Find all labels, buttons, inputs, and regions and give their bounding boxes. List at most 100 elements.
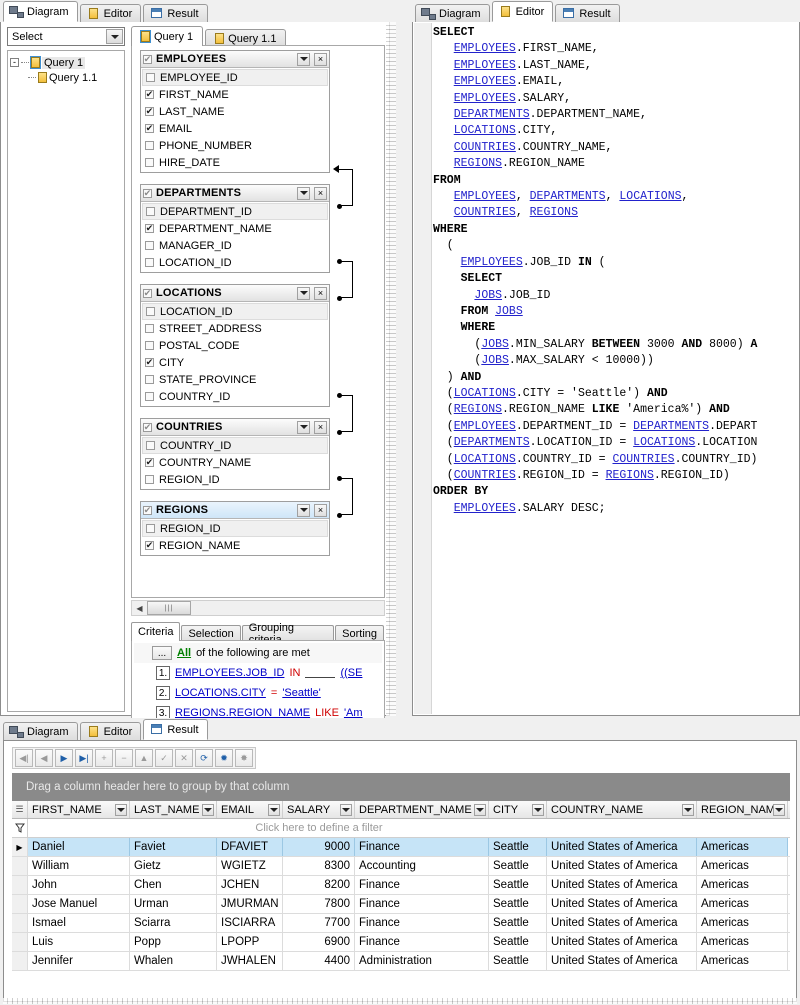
field-row[interactable]: REGION_ID	[142, 471, 328, 488]
sql-table-link[interactable]: COUNTRIES	[454, 141, 516, 154]
criteria-value[interactable]: 'Seattle'	[282, 687, 320, 699]
sql-table-link[interactable]: EMPLOYEES	[454, 420, 516, 433]
cell-first_name[interactable]: Jose Manuel	[28, 895, 130, 913]
criteria-options-button[interactable]: ...	[152, 646, 172, 660]
criteria-operator[interactable]: =	[271, 687, 277, 699]
sql-table-link[interactable]: COUNTRIES	[454, 206, 516, 219]
cell-country_name[interactable]: United States of America	[547, 876, 697, 894]
result-pane-tabstrip[interactable]: DiagramEditorResult	[0, 718, 800, 740]
cell-region_name[interactable]: Americas	[697, 857, 788, 875]
field-checkbox[interactable]	[145, 258, 154, 267]
field-checkbox[interactable]	[145, 458, 154, 467]
cell-email[interactable]: JCHEN	[217, 876, 283, 894]
table-row[interactable]: LuisPoppLPOPP6900FinanceSeattleUnited St…	[12, 933, 790, 952]
cell-country_name[interactable]: United States of America	[547, 914, 697, 932]
field-checkbox[interactable]	[145, 392, 154, 401]
diagram-table-locations[interactable]: LOCATIONS×LOCATION_IDSTREET_ADDRESSPOSTA…	[140, 284, 330, 407]
field-row[interactable]: CITY	[142, 354, 328, 371]
grid-header-row[interactable]: ☰ FIRST_NAMELAST_NAMEEMAILSALARYDEPARTME…	[12, 801, 790, 819]
sql-code-text[interactable]: SELECT EMPLOYEES.FIRST_NAME, EMPLOYEES.L…	[433, 25, 795, 713]
cell-city[interactable]: Seattle	[489, 895, 547, 913]
tree-item-query-1-1[interactable]: Query 1.1	[10, 70, 122, 85]
result-tab-editor[interactable]: Editor	[80, 722, 142, 741]
field-checkbox[interactable]	[145, 358, 154, 367]
sql-table-link[interactable]: JOBS	[474, 289, 502, 302]
field-row[interactable]: REGION_NAME	[142, 537, 328, 554]
sql-table-link[interactable]: REGIONS	[530, 206, 578, 219]
column-header-first_name[interactable]: FIRST_NAME	[28, 801, 130, 818]
result-tab-result[interactable]: Result	[143, 719, 207, 740]
cell-region_name[interactable]: Americas	[697, 933, 788, 951]
field-checkbox[interactable]	[145, 375, 154, 384]
post-edit-button[interactable]: ✓	[155, 749, 173, 767]
cell-department_name[interactable]: Finance	[355, 876, 489, 894]
cell-salary[interactable]: 8300	[283, 857, 355, 875]
field-row[interactable]: COUNTRY_NAME	[142, 454, 328, 471]
cell-country_name[interactable]: United States of America	[547, 857, 697, 875]
field-checkbox[interactable]	[146, 207, 155, 216]
cell-region_name[interactable]: Americas	[697, 952, 788, 970]
table-close-button[interactable]: ×	[314, 287, 327, 300]
cell-salary[interactable]: 7700	[283, 914, 355, 932]
query-tree[interactable]: -Query 1Query 1.1	[7, 50, 125, 712]
field-row[interactable]: DEPARTMENT_NAME	[142, 220, 328, 237]
table-menu-button[interactable]	[297, 504, 310, 517]
table-close-button[interactable]: ×	[314, 53, 327, 66]
tab-result[interactable]: Result	[143, 4, 207, 23]
column-header-city[interactable]: CITY	[489, 801, 547, 818]
sql-table-link[interactable]: EMPLOYEES	[454, 42, 516, 55]
cell-salary[interactable]: 6900	[283, 933, 355, 951]
editor-tab-diagram[interactable]: Diagram	[415, 4, 490, 23]
cell-salary[interactable]: 9000	[283, 838, 355, 856]
field-checkbox[interactable]	[146, 73, 155, 82]
sql-table-link[interactable]: LOCATIONS	[454, 453, 516, 466]
sql-table-link[interactable]: LOCATIONS	[619, 190, 681, 203]
field-checkbox[interactable]	[145, 224, 154, 233]
field-row[interactable]: FIRST_NAME	[142, 86, 328, 103]
chevron-down-icon[interactable]	[106, 29, 123, 44]
diagram-canvas[interactable]: EMPLOYEES×EMPLOYEE_IDFIRST_NAMELAST_NAME…	[131, 45, 385, 598]
cell-country_name[interactable]: United States of America	[547, 933, 697, 951]
column-filter-button[interactable]	[532, 804, 544, 816]
sql-table-link[interactable]: DEPARTMENTS	[454, 436, 530, 449]
column-header-region_name[interactable]: REGION_NAME	[697, 801, 788, 818]
diagram-table-countries[interactable]: COUNTRIES×COUNTRY_IDCOUNTRY_NAMEREGION_I…	[140, 418, 330, 490]
cell-last_name[interactable]: Whalen	[130, 952, 217, 970]
tab-editor[interactable]: Editor	[80, 4, 142, 23]
column-filter-button[interactable]	[202, 804, 214, 816]
cell-email[interactable]: LPOPP	[217, 933, 283, 951]
field-checkbox[interactable]	[145, 90, 154, 99]
record-navigator-toolbar[interactable]: ◀|◀▶▶|+−▲✓✕⟳✹✸	[12, 747, 256, 769]
sql-table-link[interactable]: DEPARTMENTS	[454, 108, 530, 121]
table-row[interactable]: IsmaelSciarraISCIARRA7700FinanceSeattleU…	[12, 914, 790, 933]
cell-city[interactable]: Seattle	[489, 952, 547, 970]
field-checkbox[interactable]	[145, 141, 154, 150]
cell-last_name[interactable]: Urman	[130, 895, 217, 913]
field-row[interactable]: STREET_ADDRESS	[142, 320, 328, 337]
column-filter-button[interactable]	[682, 804, 694, 816]
sql-table-link[interactable]: JOBS	[481, 354, 509, 367]
result-tab-diagram[interactable]: Diagram	[3, 722, 78, 741]
query-tabstrip[interactable]: Query 1Query 1.1	[131, 25, 385, 46]
column-filter-button[interactable]	[340, 804, 352, 816]
cell-region_name[interactable]: Americas	[697, 838, 788, 856]
cell-first_name[interactable]: Ismael	[28, 914, 130, 932]
tab-diagram[interactable]: Diagram	[3, 1, 78, 22]
table-checkbox[interactable]	[143, 506, 152, 515]
editor-pane-tabstrip[interactable]: DiagramEditorResult	[412, 0, 800, 22]
sql-table-link[interactable]: EMPLOYEES	[454, 502, 516, 515]
cell-last_name[interactable]: Faviet	[130, 838, 217, 856]
table-menu-button[interactable]	[297, 53, 310, 66]
query-select-dropdown[interactable]: Select	[7, 27, 125, 46]
sql-table-link[interactable]: REGIONS	[606, 469, 654, 482]
table-row[interactable]: WilliamGietzWGIETZ8300AccountingSeattleU…	[12, 857, 790, 876]
field-checkbox[interactable]	[145, 124, 154, 133]
table-menu-button[interactable]	[297, 421, 310, 434]
sql-table-link[interactable]: EMPLOYEES	[454, 59, 516, 72]
cell-department_name[interactable]: Administration	[355, 952, 489, 970]
cell-email[interactable]: JMURMAN	[217, 895, 283, 913]
field-checkbox[interactable]	[145, 475, 154, 484]
cell-department_name[interactable]: Finance	[355, 838, 489, 856]
field-row[interactable]: EMAIL	[142, 120, 328, 137]
criteria-tabstrip[interactable]: CriteriaSelectionGrouping criteriaSortin…	[131, 622, 385, 641]
